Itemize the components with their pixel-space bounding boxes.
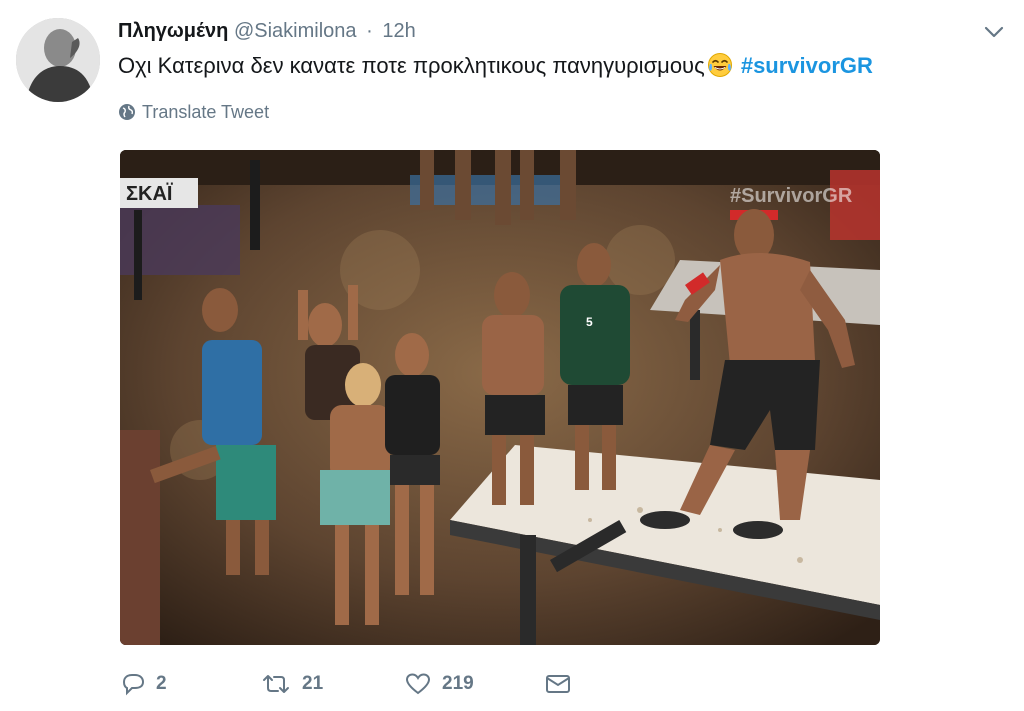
tweet-text: Οχι Κατερινα δεν κανατε ποτε προκλητικου… bbox=[118, 52, 873, 79]
tweet-actions: 2 21 219 bbox=[120, 672, 600, 704]
display-name[interactable]: Πληγωμένη bbox=[118, 20, 228, 42]
globe-icon bbox=[119, 104, 135, 120]
like-count: 219 bbox=[442, 673, 474, 694]
avatar-image bbox=[16, 18, 100, 102]
retweet-button[interactable]: 21 bbox=[260, 672, 323, 696]
caret-down-icon[interactable] bbox=[982, 22, 1006, 42]
reply-icon bbox=[122, 674, 145, 696]
hashtag-link[interactable]: #survivorGR bbox=[741, 53, 873, 78]
survivorgr-watermark: #SurvivorGR bbox=[730, 185, 853, 207]
separator-dot: · bbox=[366, 20, 373, 42]
survivor-scene-image: ΣΚΑΪ #SurvivorGR 5 bbox=[120, 150, 880, 645]
tweet-body: Οχι Κατερινα δεν κανατε ποτε προκλητικου… bbox=[118, 53, 705, 78]
tweet-media-image[interactable]: ΣΚΑΪ #SurvivorGR 5 bbox=[120, 150, 880, 645]
like-button[interactable]: 219 bbox=[404, 672, 474, 696]
avatar[interactable] bbox=[16, 18, 100, 102]
tweet-header: Πληγωμένη @Siakimilona · 12h bbox=[118, 20, 416, 43]
user-handle[interactable]: @Siakimilona bbox=[234, 20, 357, 42]
channel-logo: ΣΚΑΪ bbox=[126, 182, 173, 205]
heart-icon bbox=[405, 673, 431, 695]
reply-button[interactable]: 2 bbox=[120, 672, 167, 696]
retweet-icon bbox=[263, 675, 289, 693]
translate-tweet-link[interactable]: Translate Tweet bbox=[118, 102, 269, 123]
envelope-icon bbox=[546, 675, 570, 693]
direct-message-button[interactable] bbox=[544, 672, 582, 696]
translate-label: Translate Tweet bbox=[142, 102, 270, 122]
jersey-number: 5 bbox=[586, 315, 593, 329]
tears-of-joy-icon bbox=[707, 52, 733, 78]
reply-count: 2 bbox=[156, 673, 167, 694]
tweet-timestamp[interactable]: 12h bbox=[382, 20, 415, 42]
retweet-count: 21 bbox=[302, 673, 324, 694]
